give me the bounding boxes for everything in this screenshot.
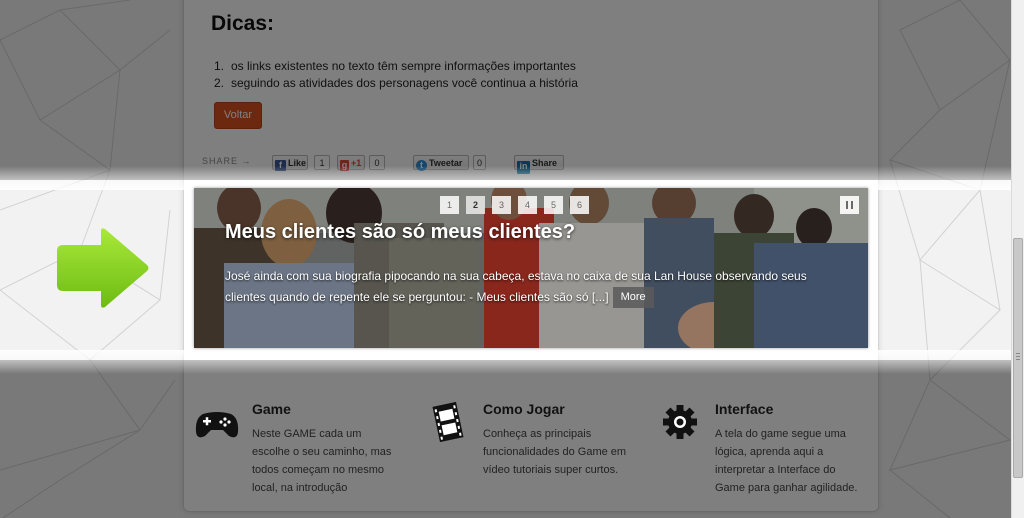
feature-line: Neste GAME cada um: [252, 428, 362, 440]
feature-line: lógica, aprenda aqui a: [715, 446, 824, 458]
linkedin-share-button[interactable]: in Share: [514, 155, 564, 174]
feature-line: escolhe o seu caminho, mas: [252, 446, 392, 458]
linkedin-icon: in: [517, 161, 530, 174]
facebook-count: 1: [314, 155, 330, 170]
google-plus-button[interactable]: g +1: [337, 155, 365, 171]
list-item: 2. seguindo as atividades dos personagens…: [214, 75, 578, 92]
pager-item-4[interactable]: 4: [518, 196, 537, 214]
scrollbar-grip: [1016, 353, 1020, 354]
feature-line: Conheça as principais: [483, 428, 592, 440]
pause-icon: [846, 201, 848, 209]
feature-line: vídeo tutoriais super curtos.: [483, 464, 619, 476]
slide-excerpt-text: José ainda com sua biografia pipocando n…: [225, 269, 807, 304]
tips-title: Dicas:: [211, 12, 275, 35]
feature-title-game[interactable]: Game: [252, 401, 291, 417]
more-button[interactable]: More: [612, 287, 654, 308]
feature-line: local, na introdução: [252, 482, 348, 494]
green-arrow-icon: [57, 228, 149, 308]
scrollbar-grip: [1016, 359, 1020, 360]
tweet-count: 0: [473, 155, 486, 170]
tips-list: 1. os links existentes no texto têm sempr…: [214, 58, 578, 92]
feature-line: todos começam no mesmo: [252, 464, 385, 476]
facebook-icon: f: [275, 160, 286, 171]
list-number: 2.: [214, 76, 225, 90]
pause-icon-bar: [851, 201, 853, 209]
linkedin-share-label: Share: [532, 158, 558, 168]
pager-item-1[interactable]: 1: [440, 196, 459, 214]
slide-excerpt: José ainda com sua biografia pipocando n…: [225, 266, 835, 308]
tip-text: seguindo as atividades dos personagens v…: [231, 76, 578, 90]
google-plus-icon: g: [340, 160, 349, 171]
feature-text-como-jogar: Conheça as principais funcionalidades do…: [483, 425, 648, 479]
facebook-like-button[interactable]: f Like: [272, 155, 308, 171]
list-item: 1. os links existentes no texto têm sempr…: [214, 58, 578, 75]
feature-line: interpretar a Interface do: [715, 464, 836, 476]
pager-item-2[interactable]: 2: [466, 196, 485, 214]
scrollbar-grip: [1016, 356, 1020, 357]
back-button[interactable]: Voltar: [214, 102, 262, 129]
list-number: 1.: [214, 59, 225, 73]
tweet-label: Tweetar: [429, 158, 463, 168]
featured-slider[interactable]: 1 2 3 4 5 6 Meus clientes são só meus cl…: [194, 188, 868, 348]
feature-title-interface[interactable]: Interface: [715, 401, 773, 417]
tweet-button[interactable]: t Tweetar: [413, 155, 469, 171]
vertical-scrollbar[interactable]: [1011, 0, 1024, 518]
google-plus-count: 0: [369, 155, 385, 170]
pager-item-3[interactable]: 3: [492, 196, 511, 214]
share-label: SHARE →: [202, 156, 252, 166]
feature-text-game: Neste GAME cada um escolhe o seu caminho…: [252, 425, 417, 497]
scrollbar-thumb[interactable]: [1013, 238, 1023, 478]
feature-line: funcionalidades do Game em: [483, 446, 627, 458]
tip-text: os links existentes no texto têm sempre …: [231, 59, 576, 73]
twitter-icon: t: [416, 160, 427, 171]
google-plus-label: +1: [351, 158, 362, 168]
feature-line: A tela do game segue uma: [715, 428, 846, 440]
slide-title[interactable]: Meus clientes são só meus clientes?: [225, 221, 575, 244]
film-strip-icon: [432, 402, 464, 442]
pager-item-5[interactable]: 5: [544, 196, 563, 214]
feature-title-como-jogar[interactable]: Como Jogar: [483, 401, 565, 417]
gamepad-icon: [195, 412, 239, 438]
pause-button[interactable]: [840, 196, 859, 214]
feature-line: Game para ganhar agilidade.: [715, 482, 858, 494]
feature-text-interface: A tela do game segue uma lógica, aprenda…: [715, 425, 875, 497]
pager-item-6[interactable]: 6: [570, 196, 589, 214]
gear-icon: [663, 405, 697, 439]
facebook-like-label: Like: [288, 158, 307, 168]
